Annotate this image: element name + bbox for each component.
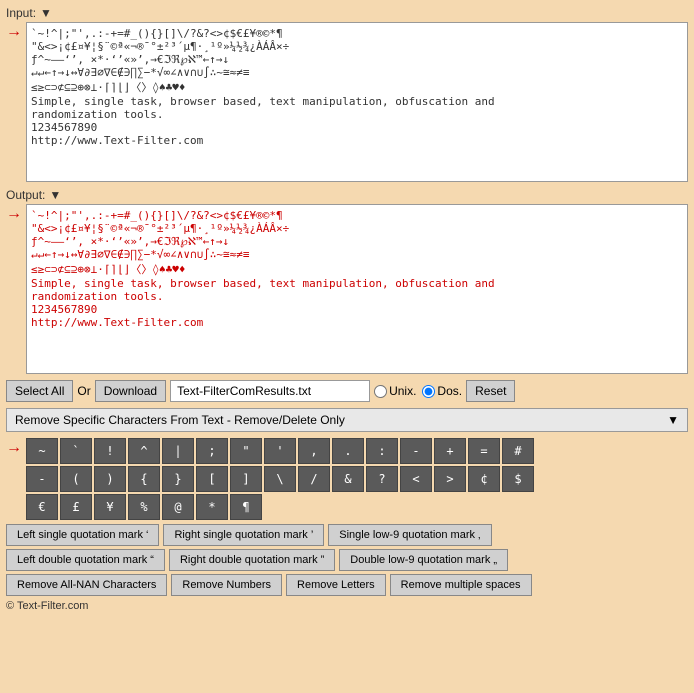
quote-button[interactable]: Right single quotation mark ’ — [163, 524, 324, 546]
char-button[interactable]: @ — [162, 494, 194, 520]
input-label: Input: ▼ — [6, 6, 688, 20]
dos-radio-label[interactable]: Dos. — [422, 384, 462, 398]
char-button[interactable]: = — [468, 438, 500, 464]
or-label: Or — [77, 384, 90, 398]
char-button[interactable]: & — [332, 466, 364, 492]
select-all-button[interactable]: Select All — [6, 380, 73, 402]
char-row-2: -(){}[]\/&?<>¢$ — [26, 466, 688, 492]
char-button[interactable]: { — [128, 466, 160, 492]
output-arrow: → — [6, 206, 22, 222]
char-button[interactable]: - — [26, 466, 58, 492]
char-button[interactable]: ? — [366, 466, 398, 492]
filename-input[interactable] — [170, 380, 370, 402]
quote-button[interactable]: Left single quotation mark ‘ — [6, 524, 159, 546]
unix-radio[interactable] — [374, 385, 387, 398]
char-button[interactable]: } — [162, 466, 194, 492]
char-button[interactable]: " — [230, 438, 262, 464]
char-button[interactable]: ! — [94, 438, 126, 464]
char-button[interactable]: : — [366, 438, 398, 464]
input-arrow: → — [6, 24, 22, 40]
download-button[interactable]: Download — [95, 380, 166, 402]
format-options: Unix. Dos. — [374, 384, 462, 398]
char-button[interactable]: ' — [264, 438, 296, 464]
quote-buttons-row1: Left single quotation mark ‘Right single… — [6, 524, 688, 546]
char-button[interactable]: # — [502, 438, 534, 464]
char-row-3: €£¥%@*¶ — [26, 494, 688, 520]
char-button[interactable]: € — [26, 494, 58, 520]
toolbar: Select All Or Download Unix. Dos. Reset — [6, 380, 688, 402]
action-button[interactable]: Remove Letters — [286, 574, 386, 596]
quote-button[interactable]: Double low-9 quotation mark „ — [339, 549, 508, 571]
char-button[interactable]: ~ — [26, 438, 58, 464]
char-button[interactable]: / — [298, 466, 330, 492]
char-button[interactable]: ¥ — [94, 494, 126, 520]
mode-dropdown-arrow: ▼ — [667, 413, 679, 427]
copyright: © Text-Filter.com — [6, 600, 688, 612]
char-button[interactable]: [ — [196, 466, 228, 492]
dos-radio[interactable] — [422, 385, 435, 398]
input-dropdown-symbol[interactable]: ▼ — [40, 6, 52, 20]
char-button[interactable]: ; — [196, 438, 228, 464]
char-button[interactable]: $ — [502, 466, 534, 492]
char-button[interactable]: % — [128, 494, 160, 520]
char-button[interactable]: ( — [60, 466, 92, 492]
output-textarea[interactable] — [26, 204, 688, 374]
char-button[interactable]: ` — [60, 438, 92, 464]
char-button[interactable]: ¢ — [468, 466, 500, 492]
action-button[interactable]: Remove Numbers — [171, 574, 282, 596]
char-grid-arrow: → — [6, 440, 22, 456]
quote-button[interactable]: Single low-9 quotation mark ‚ — [328, 524, 491, 546]
output-label: Output: ▼ — [6, 188, 688, 202]
char-row-1: ~`!^|;"',.:-+=# — [26, 438, 688, 464]
unix-radio-label[interactable]: Unix. — [374, 384, 416, 398]
char-grid: ~`!^|;"',.:-+=# -(){}[]\/&?<>¢$ €£¥%@*¶ — [26, 438, 688, 520]
char-button[interactable]: < — [400, 466, 432, 492]
mode-dropdown-label: Remove Specific Characters From Text - R… — [15, 413, 345, 427]
char-button[interactable]: ) — [94, 466, 126, 492]
action-button[interactable]: Remove multiple spaces — [390, 574, 532, 596]
char-button[interactable]: ¶ — [230, 494, 262, 520]
reset-button[interactable]: Reset — [466, 380, 515, 402]
char-button[interactable]: £ — [60, 494, 92, 520]
char-button[interactable]: \ — [264, 466, 296, 492]
mode-dropdown[interactable]: Remove Specific Characters From Text - R… — [6, 408, 688, 432]
char-button[interactable]: , — [298, 438, 330, 464]
output-dropdown-symbol[interactable]: ▼ — [49, 188, 61, 202]
char-button[interactable]: * — [196, 494, 228, 520]
quote-button[interactable]: Left double quotation mark “ — [6, 549, 165, 571]
char-button[interactable]: ] — [230, 466, 262, 492]
action-button[interactable]: Remove All-NAN Characters — [6, 574, 167, 596]
char-button[interactable]: ^ — [128, 438, 160, 464]
char-grid-wrapper: → ~`!^|;"',.:-+=# -(){}[]\/&?<>¢$ €£¥%@*… — [6, 438, 688, 520]
quote-buttons-row2: Left double quotation mark “Right double… — [6, 549, 688, 571]
char-button[interactable]: - — [400, 438, 432, 464]
quote-button[interactable]: Right double quotation mark ” — [169, 549, 335, 571]
char-button[interactable]: + — [434, 438, 466, 464]
char-button[interactable]: | — [162, 438, 194, 464]
action-buttons-row: Remove All-NAN CharactersRemove NumbersR… — [6, 574, 688, 596]
char-button[interactable]: . — [332, 438, 364, 464]
char-button[interactable]: > — [434, 466, 466, 492]
input-textarea[interactable] — [26, 22, 688, 182]
